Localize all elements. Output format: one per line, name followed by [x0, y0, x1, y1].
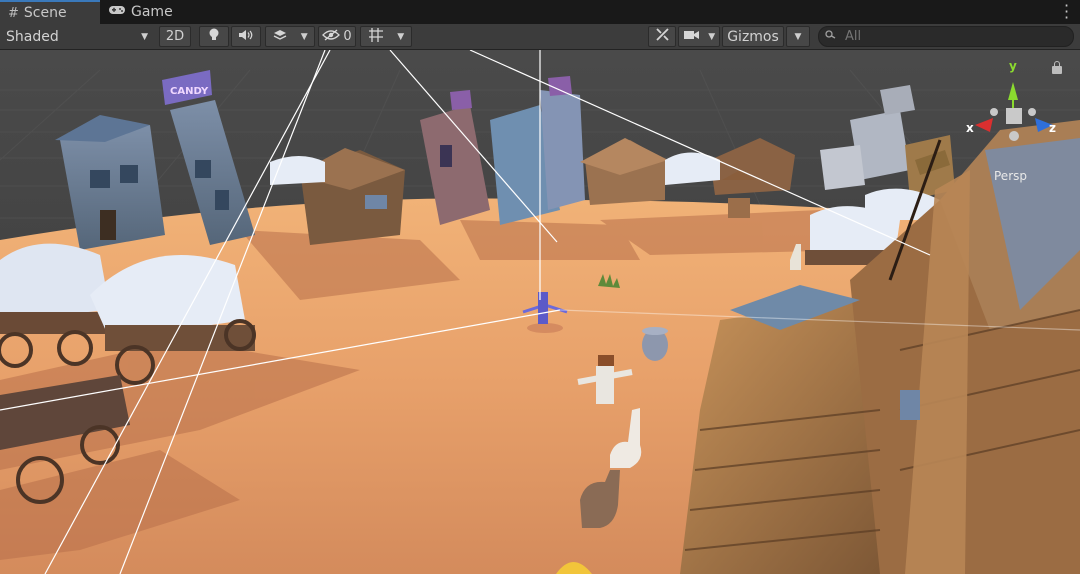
gizmos-toggle[interactable]: Gizmos — [722, 26, 784, 47]
tab-scene[interactable]: # Scene — [0, 0, 100, 24]
more-options-icon[interactable]: · · · — [1064, 0, 1070, 26]
lightbulb-icon — [208, 28, 220, 46]
barrel — [642, 327, 668, 361]
toggle-2d-button[interactable]: 2D — [159, 26, 191, 47]
shading-mode-label: Shaded — [6, 28, 59, 45]
eye-slash-icon — [322, 28, 341, 45]
scene-visibility-toggle[interactable]: 0 — [318, 26, 356, 47]
audio-toggle-button[interactable] — [231, 26, 261, 47]
grid-snapping-dropdown[interactable]: ▼ — [360, 26, 412, 47]
tab-game[interactable]: Game — [100, 0, 196, 24]
camera-settings-dropdown[interactable]: ▼ — [678, 26, 720, 47]
chevron-down-icon: ▼ — [300, 31, 308, 42]
unity-scene-window: # Scene Game · · · Shaded ▼ 2D ▼ 0 ▼ ▼ G… — [0, 0, 1080, 574]
search-icon — [825, 29, 837, 44]
shading-mode-dropdown[interactable]: Shaded ▼ — [2, 26, 152, 47]
gizmos-dropdown[interactable]: ▼ — [786, 26, 810, 47]
gamepad-icon — [108, 4, 126, 20]
axis-y-label: y — [1009, 59, 1017, 73]
speaker-icon — [238, 29, 254, 45]
tab-bar: # Scene Game · · · — [0, 0, 1080, 26]
camera-icon — [683, 29, 701, 45]
projection-label[interactable]: Persp — [994, 169, 1027, 183]
tab-scene-label: Scene — [23, 5, 67, 21]
toggle-2d-label: 2D — [165, 29, 185, 44]
hidden-count: 0 — [343, 29, 352, 44]
lighting-toggle-button[interactable] — [199, 26, 229, 47]
chevron-down-icon: ▼ — [708, 31, 716, 42]
axis-x-label: x — [966, 121, 974, 135]
search-input[interactable] — [843, 28, 1047, 45]
gizmos-label: Gizmos — [727, 28, 779, 45]
scene-toolbar: Shaded ▼ 2D ▼ 0 ▼ ▼ Gizmos ▼ All — [0, 24, 1080, 50]
chevron-down-icon: ▼ — [141, 31, 148, 42]
sign-candy: CANDY — [170, 86, 209, 97]
grid-icon — [368, 27, 384, 47]
scene-search-field[interactable] — [818, 26, 1074, 47]
effects-dropdown[interactable]: ▼ — [265, 26, 315, 47]
tab-game-label: Game — [131, 4, 173, 20]
axis-z-label: z — [1049, 121, 1056, 135]
lock-icon[interactable] — [1052, 61, 1062, 74]
tools-icon — [655, 27, 670, 46]
effects-layers-icon — [272, 28, 288, 46]
scene-viewport[interactable]: CANDY y x z Persp — [0, 50, 1080, 574]
chevron-down-icon: ▼ — [794, 31, 802, 42]
hash-icon: # — [8, 5, 19, 21]
chevron-down-icon: ▼ — [397, 31, 405, 42]
tools-button[interactable] — [648, 26, 676, 47]
scene-render: CANDY — [0, 50, 1080, 574]
